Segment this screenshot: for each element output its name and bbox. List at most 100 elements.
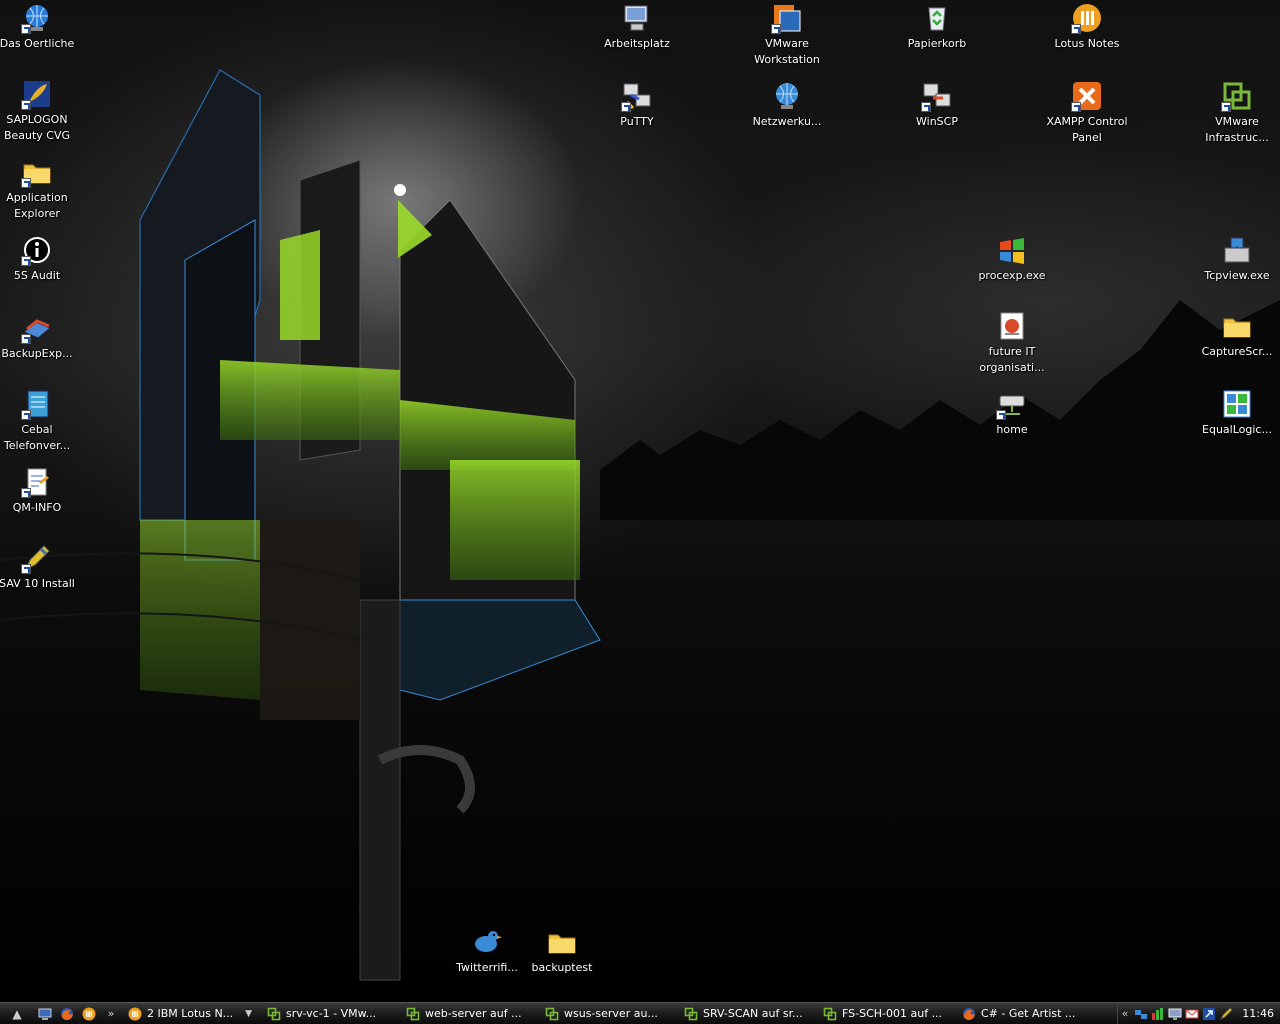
desktop-icon-backupexp[interactable]: BackupExp... (0, 312, 82, 362)
windows-flag-icon (996, 234, 1028, 266)
winscp-icon (921, 80, 953, 112)
desktop-icon-application-explorer[interactable]: Application Explorer (0, 156, 82, 222)
desktop-icon-netzwerk[interactable]: Netzwerku... (742, 80, 832, 130)
desktop-icon-arbeitsplatz[interactable]: Arbeitsplatz (592, 2, 682, 52)
shortcut-arrow-icon (1071, 24, 1081, 34)
desktop-icon-lotus-notes[interactable]: Lotus Notes (1042, 2, 1132, 52)
monitor-tray-icon[interactable] (1168, 1007, 1182, 1021)
network-drive-icon (996, 388, 1028, 420)
desktop-icon-label: Cebal Telefonver... (3, 423, 71, 452)
desktop-icon-capturescr[interactable]: CaptureScr... (1192, 310, 1280, 360)
desktop-icon-equallogic[interactable]: EqualLogic... (1192, 388, 1280, 438)
desktop-icon-tcpview[interactable]: Tcpview.exe (1192, 234, 1280, 284)
folder-icon (1221, 310, 1253, 342)
arrow-tray-icon[interactable] (1202, 1007, 1216, 1021)
task-button-label: FS-SCH-001 auf ... (842, 1007, 943, 1020)
shortcut-arrow-icon (21, 24, 31, 34)
quick-launch-show-desktop[interactable] (34, 1004, 56, 1024)
task-button-web-server[interactable]: web-server auf ... (400, 1005, 536, 1023)
task-button-lotus-notes-group[interactable]: 2 IBM Lotus N... ▼ (122, 1005, 258, 1023)
mail-tray-icon[interactable] (1185, 1007, 1199, 1021)
desktop-icon-label: home (996, 423, 1028, 436)
shortcut-arrow-icon (21, 564, 31, 574)
desktop-icon-label: Tcpview.exe (1204, 269, 1270, 282)
desktop-icon-label: VMware Workstation (754, 37, 820, 66)
desktop-icon-cebal[interactable]: Cebal Telefonver... (0, 388, 82, 454)
task-button-label: srv-vc-1 - VMw... (286, 1007, 377, 1020)
start-button[interactable]: ▲ (0, 1004, 34, 1024)
backup-icon (21, 312, 53, 344)
desktop-icon-das-oertliche[interactable]: Das Oertliche (0, 2, 82, 52)
shortcut-arrow-icon (21, 178, 31, 188)
tray-expand-chevron[interactable]: « (1122, 1007, 1129, 1020)
group-dropdown-icon: ▼ (245, 1008, 252, 1019)
desktop-icon-sav-10-install[interactable]: SAV 10 Install (0, 542, 82, 592)
desktop-icon-label: backuptest (531, 961, 593, 974)
shortcut-arrow-icon (21, 256, 31, 266)
putty-icon (621, 80, 653, 112)
vmware-infra-icon (406, 1007, 420, 1021)
task-button-label: SRV-SCAN auf sr... (703, 1007, 803, 1020)
desktop-icon-vmware-infrastructure[interactable]: VMware Infrastruc... (1192, 80, 1280, 146)
task-button-srv-vc-1[interactable]: srv-vc-1 - VMw... (261, 1005, 397, 1023)
task-button-fs-sch-001[interactable]: FS-SCH-001 auf ... (817, 1005, 953, 1023)
quick-launch (34, 1004, 100, 1024)
vmware-infra-icon (267, 1007, 281, 1021)
desktop-icon-backuptest[interactable]: backuptest (517, 926, 607, 976)
clock[interactable]: 11:46 (1242, 1007, 1274, 1020)
quick-launch-lotus-notes[interactable] (78, 1004, 100, 1024)
bars-tray-icon[interactable] (1151, 1007, 1165, 1021)
document-icon (21, 466, 53, 498)
desktop-icon-label: EqualLogic... (1202, 423, 1272, 436)
desktop-icon-winscp[interactable]: WinSCP (892, 80, 982, 130)
shortcut-arrow-icon (21, 410, 31, 420)
pen-tray-icon[interactable] (1219, 1006, 1234, 1021)
desktop-icon-vmware-workstation[interactable]: VMware Workstation (742, 2, 832, 68)
computer-icon (621, 2, 653, 34)
desktop-icon-saplogon[interactable]: SAPLOGON Beauty CVG (0, 78, 82, 144)
network-tray-icon[interactable] (1134, 1007, 1148, 1021)
network-globe-icon (771, 80, 803, 112)
folder-icon (546, 926, 578, 958)
desktop-icon-5s-audit[interactable]: 5S Audit (0, 234, 82, 284)
desktop-icon-label: future IT organisati... (979, 345, 1045, 374)
quick-launch-chevron[interactable]: » (100, 1007, 122, 1020)
desktop-icon-label: Lotus Notes (1054, 37, 1120, 50)
desktop-icon-label: Netzwerku... (752, 115, 822, 128)
desktop-icon-qm-info[interactable]: QM-INFO (0, 466, 82, 516)
desktop-icon-label: procexp.exe (978, 269, 1046, 282)
desktop-icon-label: XAMPP Control Panel (1046, 115, 1128, 144)
phone-globe-icon (21, 2, 53, 34)
desktop-icon-label: Papierkorb (907, 37, 967, 50)
desktop-icon (38, 1007, 52, 1021)
lotus-notes-icon (128, 1007, 142, 1021)
pen-icon (21, 542, 53, 574)
vmware-infra-icon (823, 1007, 837, 1021)
task-button-firefox-getartist[interactable]: C# - Get Artist ... (956, 1005, 1088, 1023)
desktop-icon-label: VMware Infrastruc... (1205, 115, 1269, 144)
desktop-icon-xampp[interactable]: XAMPP Control Panel (1042, 80, 1132, 146)
desktop-icon-label: 5S Audit (13, 269, 61, 282)
desktop-icon-label: Das Oertliche (0, 37, 75, 50)
desktop-icon-home[interactable]: home (967, 388, 1057, 438)
task-buttons: 2 IBM Lotus N... ▼ srv-vc-1 - VMw... web-se… (122, 1005, 1091, 1023)
task-button-srv-scan[interactable]: SRV-SCAN auf sr... (678, 1005, 814, 1023)
notebook-icon (21, 388, 53, 420)
quick-launch-firefox[interactable] (56, 1004, 78, 1024)
desktop-icon-putty[interactable]: PuTTY (592, 80, 682, 130)
desktop[interactable]: Das Oertliche SAPLOGON Beauty CVG Applicat… (0, 0, 1280, 1002)
task-button-label: wsus-server au... (564, 1007, 658, 1020)
desktop-icon-label: QM-INFO (12, 501, 62, 514)
desktop-icon-future-it[interactable]: future IT organisati... (967, 310, 1057, 376)
desktop-icon-label: Arbeitsplatz (604, 37, 670, 50)
recycle-bin-icon (921, 2, 953, 34)
tcpview-icon (1221, 234, 1253, 266)
folder-icon (21, 156, 53, 188)
task-button-wsus-server[interactable]: wsus-server au... (539, 1005, 675, 1023)
system-tray: « 11:46 (1116, 1003, 1280, 1024)
start-arrow-icon: ▲ (12, 1006, 22, 1021)
shortcut-arrow-icon (1221, 102, 1231, 112)
desktop-icon-papierkorb[interactable]: Papierkorb (892, 2, 982, 52)
shortcut-arrow-icon (621, 102, 631, 112)
desktop-icon-procexp[interactable]: procexp.exe (967, 234, 1057, 284)
